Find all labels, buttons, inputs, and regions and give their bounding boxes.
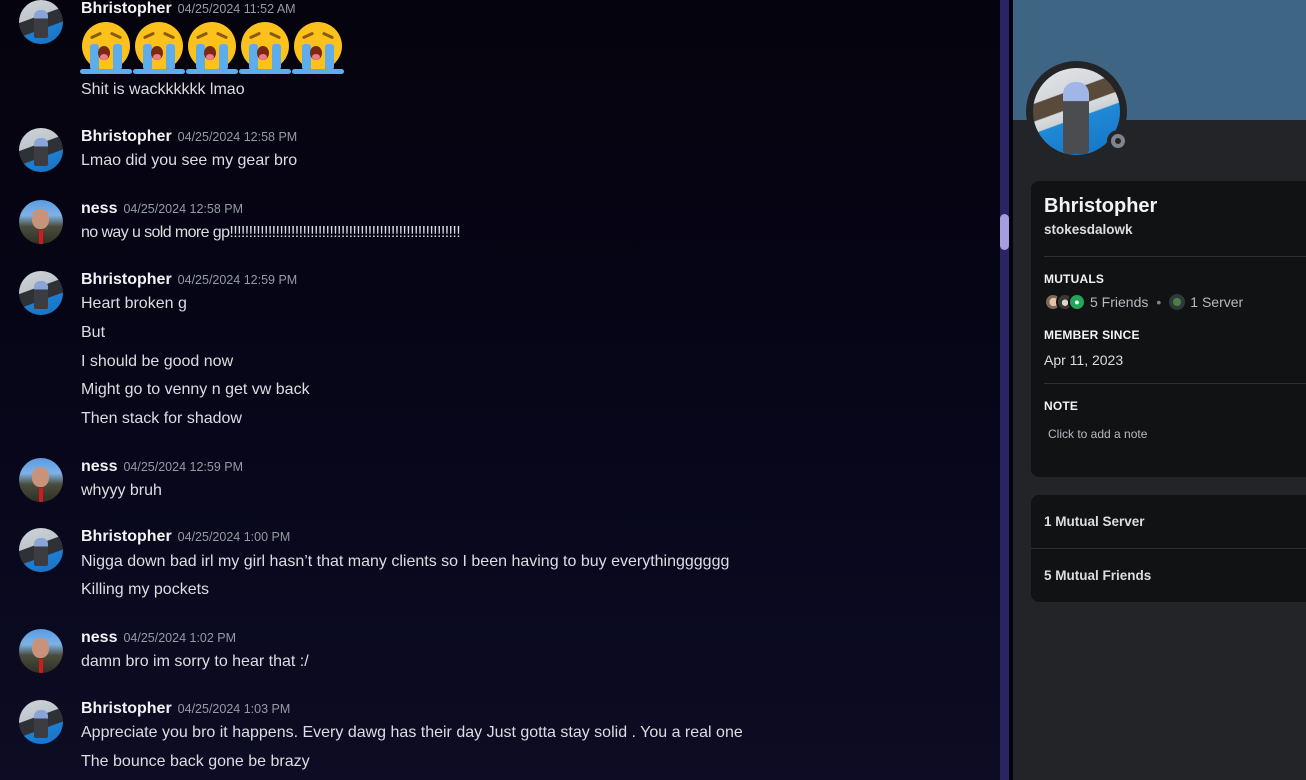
- timestamp: 04/25/2024 12:58 PM: [177, 130, 298, 144]
- profile-info-card: Bhristopher stokesdalowk MUTUALS ● 5 Fri…: [1031, 181, 1306, 477]
- avatar[interactable]: [19, 128, 63, 172]
- offline-status-icon: [1111, 134, 1125, 148]
- username[interactable]: ness: [81, 458, 117, 475]
- message-header: Bhristopher 04/25/2024 1:03 PM: [81, 700, 290, 718]
- message-text: no way u sold more gp!!!!!!!!!!!!!!!!!!!…: [81, 224, 461, 241]
- loudly-crying-face-icon: [133, 22, 185, 74]
- server-icon[interactable]: [1169, 294, 1186, 310]
- message-text: Heart broken g: [81, 295, 187, 312]
- message-header: ness 04/25/2024 12:58 PM: [81, 200, 243, 218]
- avatar[interactable]: [19, 200, 63, 244]
- profile-username[interactable]: stokesdalowk: [1044, 222, 1133, 237]
- message-header: Bhristopher 04/25/2024 12:59 PM: [81, 271, 297, 289]
- divider: [1044, 256, 1306, 257]
- mutual-servers-link[interactable]: 1 Mutual Server: [1031, 495, 1306, 548]
- username[interactable]: Bhristopher: [81, 128, 172, 145]
- timestamp: 04/25/2024 12:59 PM: [123, 460, 244, 474]
- mutuals-links-card: 1 Mutual Server 5 Mutual Friends: [1031, 495, 1306, 602]
- mutuals-row: ● 5 Friends • 1 Server: [1044, 293, 1243, 311]
- note-title: NOTE: [1044, 399, 1079, 413]
- loudly-crying-face-icon: [292, 22, 344, 74]
- username[interactable]: Bhristopher: [81, 271, 172, 288]
- timestamp: 04/25/2024 12:59 PM: [177, 273, 298, 287]
- mutuals-title: MUTUALS: [1044, 272, 1105, 286]
- chat-scrollbar-thumb[interactable]: [1000, 214, 1009, 250]
- username[interactable]: Bhristopher: [81, 700, 172, 717]
- message-text: But: [81, 324, 106, 341]
- message-text: damn bro im sorry to hear that :/: [81, 653, 309, 670]
- message-text: I should be good now: [81, 353, 234, 370]
- timestamp: 04/25/2024 1:02 PM: [123, 631, 237, 645]
- message-header: Bhristopher 04/25/2024 12:58 PM: [81, 128, 297, 146]
- avatar[interactable]: [19, 629, 63, 673]
- chat-message-list: Bhristopher 04/25/2024 11:52 AM Shit is w…: [0, 0, 1000, 780]
- message-text: The bounce back gone be brazy: [81, 753, 310, 770]
- username[interactable]: Bhristopher: [81, 528, 172, 545]
- loudly-crying-face-icon: [239, 22, 291, 74]
- avatar[interactable]: [19, 271, 63, 315]
- message-text: Appreciate you bro it happens. Every daw…: [81, 724, 743, 741]
- chat-scrollbar-track[interactable]: [1000, 0, 1009, 780]
- member-since-date: Apr 11, 2023: [1044, 352, 1124, 368]
- timestamp: 04/25/2024 12:58 PM: [123, 202, 244, 216]
- username[interactable]: ness: [81, 629, 117, 646]
- member-since-title: MEMBER SINCE: [1044, 328, 1140, 342]
- message-text: Nigga down bad irl my girl hasn’t that m…: [81, 553, 730, 570]
- timestamp: 04/25/2024 11:52 AM: [177, 2, 296, 16]
- discord-logo-icon[interactable]: ●: [1068, 293, 1086, 311]
- message-text: Might go to venny n get vw back: [81, 381, 310, 398]
- avatar[interactable]: [19, 0, 63, 44]
- mutual-servers-count[interactable]: 1 Server: [1190, 294, 1243, 310]
- message-text: Then stack for shadow: [81, 410, 242, 427]
- mutual-friends-link[interactable]: 5 Mutual Friends: [1031, 549, 1306, 602]
- message-text: Lmao did you see my gear bro: [81, 152, 298, 169]
- message-text: Killing my pockets: [81, 581, 210, 598]
- username[interactable]: Bhristopher: [81, 0, 172, 17]
- loudly-crying-face-icon: [80, 22, 132, 74]
- mutual-friends-count[interactable]: 5 Friends: [1090, 294, 1148, 310]
- avatar[interactable]: [19, 458, 63, 502]
- profile-display-name: Bhristopher: [1044, 195, 1158, 217]
- separator-dot: •: [1156, 294, 1162, 310]
- avatar[interactable]: [19, 700, 63, 744]
- avatar[interactable]: [19, 528, 63, 572]
- note-input[interactable]: Click to add a note: [1048, 427, 1147, 441]
- emoji-row: [80, 22, 344, 74]
- loudly-crying-face-icon: [186, 22, 238, 74]
- message-text: whyyy bruh: [81, 482, 162, 499]
- username[interactable]: ness: [81, 200, 117, 217]
- message-text: Shit is wackkkkkk lmao: [81, 81, 245, 98]
- user-profile-panel: Bhristopher stokesdalowk MUTUALS ● 5 Fri…: [1013, 0, 1306, 780]
- timestamp: 04/25/2024 1:03 PM: [177, 702, 291, 716]
- message-header: ness 04/25/2024 12:59 PM: [81, 458, 243, 476]
- divider: [1044, 383, 1306, 384]
- timestamp: 04/25/2024 1:00 PM: [177, 530, 291, 544]
- message-header: Bhristopher 04/25/2024 11:52 AM: [81, 0, 296, 18]
- message-header: ness 04/25/2024 1:02 PM: [81, 629, 236, 647]
- message-header: Bhristopher 04/25/2024 1:00 PM: [81, 528, 290, 546]
